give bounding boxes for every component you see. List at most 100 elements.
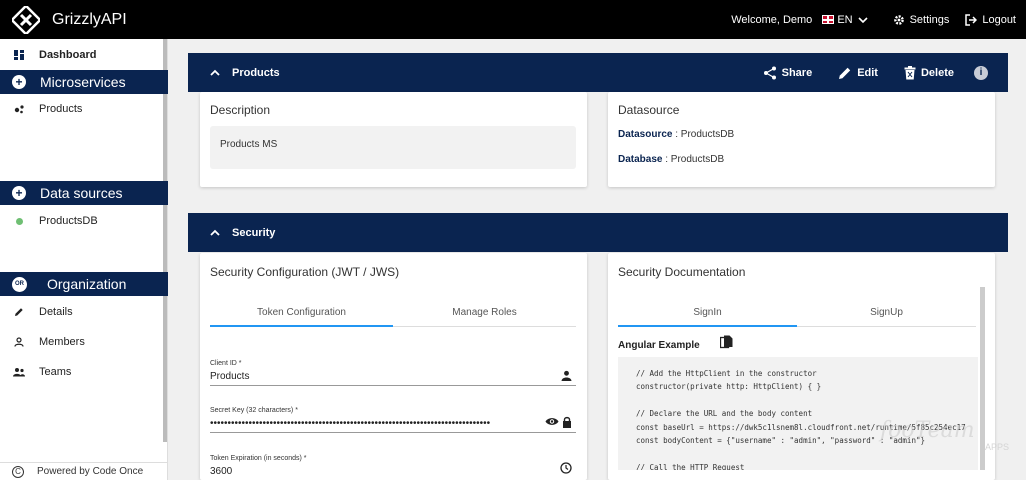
- secret-key-field[interactable]: Secret Key (32 characters) * •••••••••••…: [210, 407, 576, 433]
- grizzly-logo-icon[interactable]: [11, 5, 41, 35]
- chevron-up-icon[interactable]: [210, 228, 220, 238]
- watermark-logo: fooTeam APPS: [880, 418, 1009, 452]
- chevron-up-icon[interactable]: [210, 68, 220, 78]
- description-title: Description: [210, 103, 271, 117]
- settings-button[interactable]: Settings: [893, 13, 950, 26]
- logout-button[interactable]: Logout: [965, 14, 1016, 26]
- sidebar-item-details[interactable]: Details: [0, 305, 164, 319]
- gear-icon: [893, 14, 904, 25]
- client-id-field[interactable]: Client ID * Products: [210, 360, 576, 386]
- lock-icon: [563, 416, 571, 428]
- share-icon: [763, 66, 776, 79]
- person-icon: [561, 370, 572, 381]
- code-snippet: // Add the HttpClient in the constructor…: [618, 357, 978, 470]
- tab-signin[interactable]: SignIn: [618, 296, 797, 327]
- panel-title: Products: [232, 66, 280, 79]
- database-key: Database: [618, 154, 663, 165]
- sidebar-item-productsdb[interactable]: ProductsDB: [0, 214, 164, 228]
- datasource-title: Datasource: [618, 103, 680, 117]
- security-config-card: Security Configuration (JWT / JWS) Token…: [200, 253, 587, 480]
- microservices-section-header[interactable]: + Microservices: [0, 70, 168, 94]
- watermark-sub: APPS: [985, 442, 1010, 452]
- security-docs-card: Security Documentation SignIn SignUp Ang…: [608, 253, 995, 480]
- microservice-icon: [12, 104, 26, 114]
- section-title: Organization: [47, 276, 127, 292]
- trash-icon: [904, 65, 916, 79]
- security-config-tabs: Token Configuration Manage Roles: [210, 296, 576, 327]
- logout-icon: [965, 13, 978, 26]
- products-panel-header[interactable]: Products Share Edit Delete i: [188, 53, 1008, 92]
- token-expiration-field[interactable]: Token Expiration (in seconds) * 3600: [210, 455, 576, 480]
- sidebar-item-members[interactable]: Members: [0, 335, 164, 349]
- sidebar-item-label: Products: [39, 103, 83, 115]
- description-card: Description Products MS: [200, 92, 587, 187]
- edit-button[interactable]: Edit: [838, 66, 878, 80]
- eye-icon[interactable]: [545, 416, 559, 427]
- edit-label: Edit: [857, 66, 878, 79]
- security-docs-tabs: SignIn SignUp: [618, 296, 976, 327]
- datasources-section-header[interactable]: + Data sources: [0, 181, 168, 205]
- logout-label: Logout: [982, 13, 1016, 26]
- sidebar-item-label: Teams: [39, 366, 72, 378]
- share-button[interactable]: Share: [763, 66, 813, 80]
- panel-title: Security: [232, 226, 276, 239]
- copy-icon[interactable]: [719, 335, 733, 350]
- tab-token-configuration[interactable]: Token Configuration: [210, 296, 393, 327]
- watermark-brand: fooTeam: [880, 418, 975, 443]
- language-label: EN: [837, 13, 853, 26]
- organization-section-header[interactable]: OR Organization: [0, 272, 168, 296]
- copyright-icon: C: [12, 465, 24, 478]
- delete-button[interactable]: Delete: [904, 65, 954, 80]
- dashboard-icon: [12, 50, 26, 60]
- security-config-title: Security Configuration (JWT / JWS): [210, 265, 400, 279]
- datasource-card: Datasource Datasource : ProductsDB Datab…: [608, 92, 995, 187]
- secret-key-label: Secret Key (32 characters) *: [210, 407, 298, 414]
- add-circle-icon[interactable]: +: [12, 75, 26, 89]
- chevron-down-icon: [858, 16, 868, 23]
- delete-label: Delete: [920, 66, 954, 79]
- sidebar-scrollbar[interactable]: [163, 39, 167, 442]
- sidebar: Dashboard + Microservices Products + Dat…: [0, 39, 168, 480]
- tab-signup[interactable]: SignUp: [797, 296, 976, 326]
- person-icon: [12, 337, 26, 347]
- add-circle-icon[interactable]: +: [12, 186, 26, 200]
- example-title: Angular Example: [618, 340, 700, 351]
- sidebar-item-label: Members: [39, 336, 85, 348]
- app-title[interactable]: GrizzlyAPI: [52, 11, 127, 29]
- section-title: Microservices: [40, 74, 126, 90]
- settings-label: Settings: [909, 13, 950, 26]
- database-line: Database : ProductsDB: [618, 154, 724, 165]
- info-icon[interactable]: i: [974, 65, 988, 80]
- client-id-input[interactable]: Products: [210, 371, 576, 385]
- description-value: Products MS: [210, 126, 576, 169]
- security-panel-header[interactable]: Security: [188, 213, 1008, 252]
- client-id-label: Client ID *: [210, 360, 242, 367]
- sidebar-item-teams[interactable]: Teams: [0, 365, 164, 379]
- section-title: Data sources: [40, 185, 123, 201]
- database-value: : ProductsDB: [662, 154, 725, 165]
- pencil-icon: [12, 307, 26, 317]
- sidebar-item-label: Dashboard: [39, 49, 97, 61]
- people-icon: [12, 367, 26, 377]
- sidebar-footer: C Powered by Code Once: [0, 462, 168, 480]
- language-selector[interactable]: EN: [822, 14, 868, 26]
- token-expiration-input[interactable]: 3600: [210, 466, 576, 480]
- welcome-text: Welcome, Demo: [731, 13, 813, 26]
- token-expiration-label: Token Expiration (in seconds) *: [210, 455, 307, 462]
- tab-manage-roles[interactable]: Manage Roles: [393, 296, 576, 326]
- datasource-line: Datasource : ProductsDB: [618, 129, 734, 140]
- footer-text: Powered by Code Once: [37, 466, 144, 477]
- pencil-icon: [839, 67, 851, 79]
- sidebar-item-products[interactable]: Products: [0, 102, 164, 116]
- secret-key-input[interactable]: ••••••••••••••••••••••••••••••••••••••••…: [210, 418, 540, 432]
- datasource-value: : ProductsDB: [672, 129, 735, 140]
- sidebar-item-label: ProductsDB: [39, 215, 98, 227]
- clock-icon: [560, 462, 572, 474]
- sidebar-item-label: Details: [39, 306, 73, 318]
- field-icons: [545, 416, 572, 428]
- top-bar: GrizzlyAPI Welcome, Demo EN Settings Log…: [0, 0, 1026, 39]
- uk-flag-icon: [822, 15, 835, 24]
- sidebar-item-dashboard[interactable]: Dashboard: [0, 48, 164, 62]
- share-label: Share: [781, 66, 813, 79]
- organization-badge-icon: OR: [12, 276, 27, 292]
